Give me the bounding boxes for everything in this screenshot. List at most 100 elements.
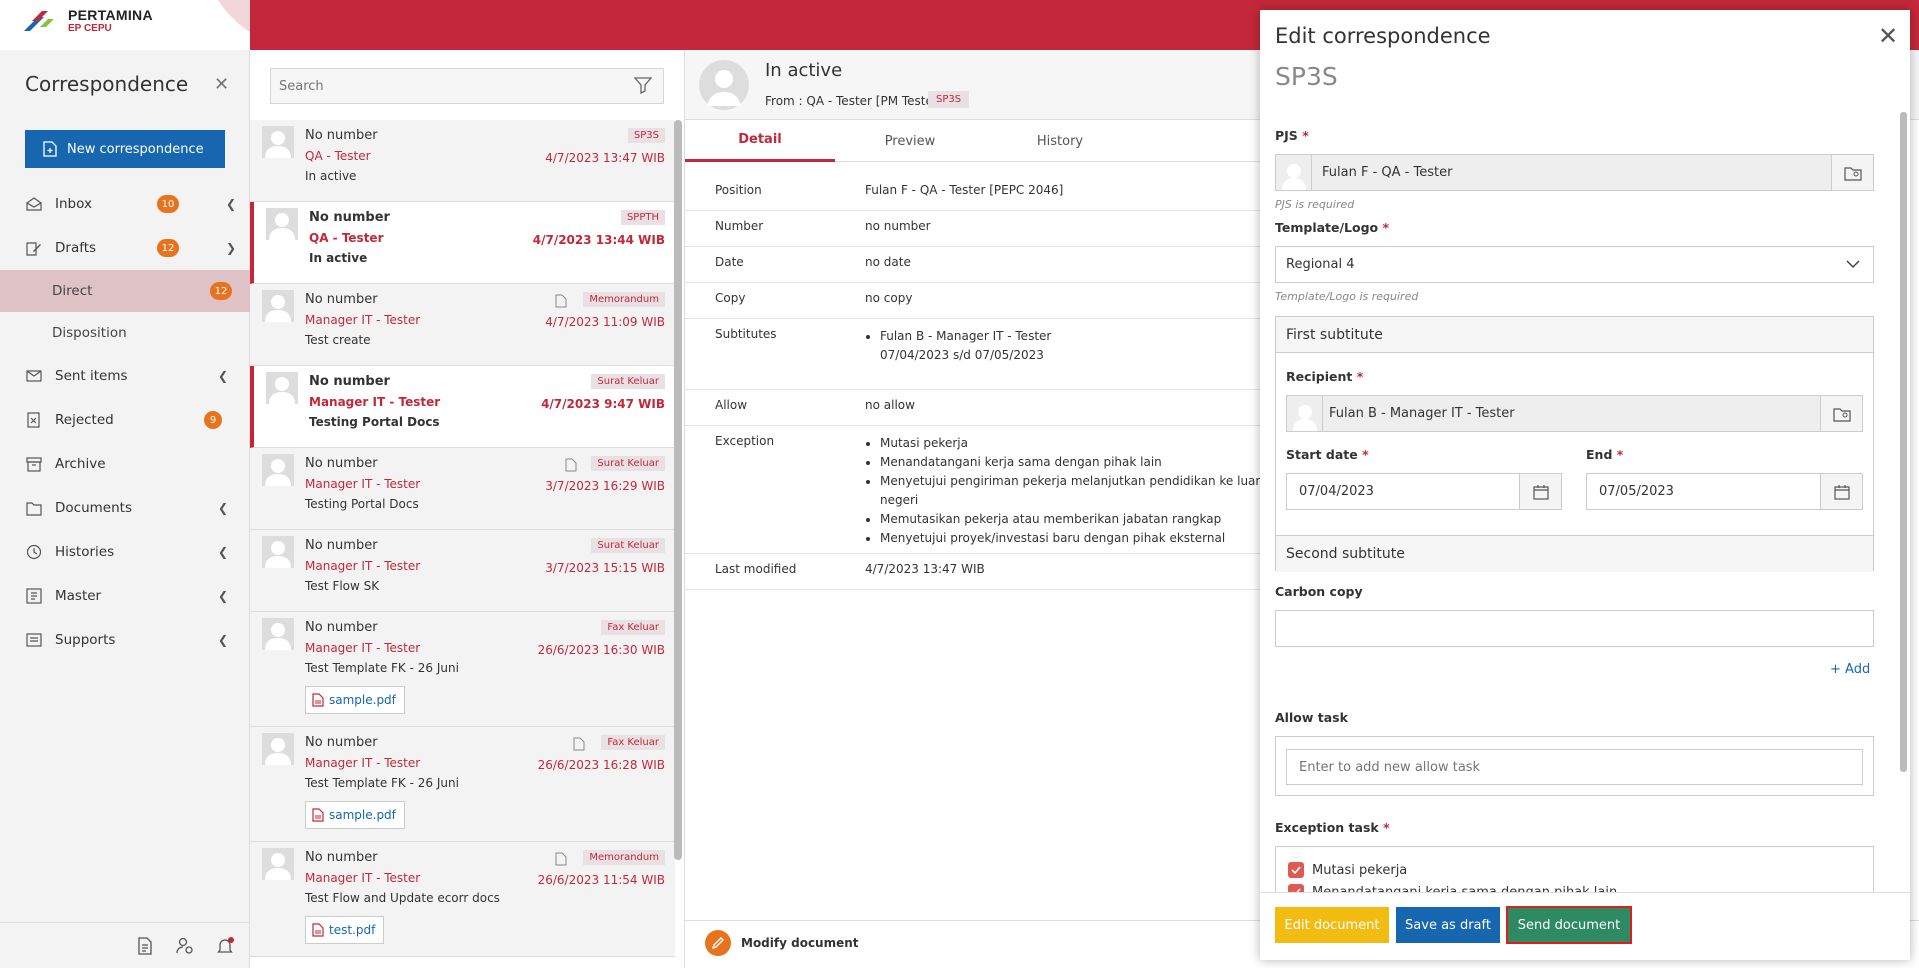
sidebar-item-histories[interactable]: Histories ❮	[0, 530, 250, 574]
item-date: 3/7/2023 15:15 WIB	[545, 561, 665, 575]
new-document-icon	[43, 141, 57, 157]
supports-icon	[25, 631, 43, 649]
template-label: Template/Logo *	[1275, 220, 1389, 235]
tab-preview[interactable]: Preview	[835, 120, 985, 162]
allow-task-label: Allow task	[1275, 710, 1348, 725]
field-label: Last modified	[715, 562, 797, 576]
field-row-exception: Exception Mutasi pekerja Menandatangani …	[685, 426, 1285, 554]
modal-scrollbar[interactable]	[1900, 112, 1907, 772]
chevron-left-icon[interactable]: ❮	[218, 545, 228, 559]
exception-checkbox[interactable]: Mutasi pekerja	[1288, 859, 1873, 881]
address-book-icon[interactable]	[1831, 155, 1873, 190]
sidebar-item-drafts[interactable]: Drafts 12 ❯	[0, 226, 250, 270]
list-item[interactable]: No number Manager IT - Tester Test Templ…	[250, 612, 675, 727]
field-value: no number	[865, 219, 931, 233]
list-scrollbar[interactable]	[674, 120, 682, 860]
field-row-date: Date no date	[685, 247, 1285, 283]
item-date: 4/7/2023 13:44 WIB	[532, 233, 665, 247]
modal-footer: Edit document Save as draft Send documen…	[1260, 892, 1910, 960]
item-sender: QA - Tester	[305, 149, 371, 163]
chevron-down-icon[interactable]: ❯	[226, 241, 236, 255]
list-item[interactable]: No number QA - Tester In active SPPTH 4/…	[250, 202, 675, 284]
pertamina-logo-icon	[24, 11, 54, 31]
sidebar-item-label: Histories	[55, 544, 115, 560]
logo-area: PERTAMINA EP CEPU	[0, 0, 250, 50]
template-label-text: Template/Logo	[1275, 220, 1379, 235]
item-subject: Test Template FK - 26 Juni	[305, 661, 459, 675]
list-item[interactable]: No number QA - Tester In active SP3S 4/7…	[250, 120, 675, 202]
chevron-left-icon[interactable]: ❮	[226, 197, 236, 211]
user-settings-icon[interactable]	[176, 937, 194, 955]
chevron-left-icon[interactable]: ❮	[218, 369, 228, 383]
pjs-field[interactable]: Fulan F - QA - Tester	[1275, 154, 1874, 191]
pertamina-logo[interactable]: PERTAMINA EP CEPU	[22, 7, 153, 37]
attachment-chip[interactable]: sample.pdf	[305, 686, 405, 714]
item-subject: Test Flow and Update ecorr docs	[305, 891, 500, 905]
item-date: 26/6/2023 11:54 WIB	[537, 873, 665, 887]
sidebar-item-label: Supports	[55, 632, 116, 648]
item-date: 4/7/2023 11:09 WIB	[545, 315, 665, 329]
recipient-label-text: Recipient	[1286, 369, 1353, 384]
item-type-badge: SPPTH	[620, 210, 665, 225]
sidebar-item-archive[interactable]: Archive	[0, 442, 250, 486]
list-item[interactable]: No number Manager IT - Tester Test creat…	[250, 284, 675, 366]
edit-document-button[interactable]: Edit document	[1275, 907, 1389, 943]
bell-icon[interactable]	[216, 937, 234, 955]
sidebar-item-sent-items[interactable]: Sent items ❮	[0, 354, 250, 398]
sidebar-item-direct[interactable]: Direct 12	[0, 270, 250, 312]
list-item[interactable]: No number Manager IT - Tester Testing Po…	[250, 366, 675, 448]
sidebar-item-rejected[interactable]: Rejected 9	[0, 398, 250, 442]
sidebar-item-master[interactable]: Master ❮	[0, 574, 250, 618]
sidebar-item-inbox[interactable]: Inbox 10 ❮	[0, 182, 250, 226]
address-book-icon[interactable]	[1820, 396, 1862, 431]
correspondence-list: No number QA - Tester In active SP3S 4/7…	[250, 120, 675, 957]
document-icon[interactable]	[136, 937, 154, 955]
chevron-left-icon[interactable]: ❮	[218, 589, 228, 603]
edit-correspondence-modal: Edit correspondence ✕ SP3S PJS * Fulan F…	[1260, 10, 1910, 960]
field-label: Position	[715, 183, 762, 197]
attachment-chip[interactable]: sample.pdf	[305, 801, 405, 829]
avatar	[266, 372, 298, 404]
template-value: Regional 4	[1286, 257, 1355, 272]
sidebar-item-label: Archive	[55, 456, 106, 472]
first-subtitute-header[interactable]: First subtitute	[1276, 317, 1873, 353]
close-icon[interactable]: ✕	[214, 74, 229, 95]
second-subtitute-header[interactable]: Second subtitute	[1276, 536, 1873, 572]
filter-icon[interactable]	[634, 76, 652, 94]
modify-document-button[interactable]: Modify document	[705, 930, 859, 956]
carbon-copy-input[interactable]	[1275, 610, 1874, 647]
avatar	[1287, 396, 1323, 431]
avatar	[266, 208, 298, 240]
attachment-chip[interactable]: test.pdf	[305, 916, 385, 944]
recipient-field[interactable]: Fulan B - Manager IT - Tester	[1286, 395, 1863, 432]
field-label: Subtitutes	[715, 327, 777, 341]
calendar-icon[interactable]	[1519, 474, 1561, 509]
new-correspondence-button[interactable]: New correspondence	[25, 130, 225, 168]
template-select[interactable]: Regional 4	[1275, 246, 1874, 283]
sidebar-item-supports[interactable]: Supports ❮	[0, 618, 250, 662]
chevron-left-icon[interactable]: ❮	[218, 501, 228, 515]
start-date-input[interactable]: 07/04/2023	[1286, 473, 1562, 510]
item-sender: Manager IT - Tester	[305, 559, 421, 573]
attachment-name: sample.pdf	[329, 808, 396, 822]
sidebar-item-disposition[interactable]: Disposition	[0, 312, 250, 354]
save-as-draft-button[interactable]: Save as draft	[1396, 907, 1500, 943]
item-type-badge: Fax Keluar	[601, 620, 665, 635]
list-item[interactable]: No number Manager IT - Tester Test Flow …	[250, 842, 675, 957]
search-input[interactable]	[270, 68, 664, 104]
documents-icon	[25, 499, 43, 517]
tab-history[interactable]: History	[985, 120, 1135, 162]
list-item[interactable]: No number Manager IT - Tester Test Templ…	[250, 727, 675, 842]
calendar-icon[interactable]	[1820, 474, 1862, 509]
close-icon[interactable]: ✕	[1878, 22, 1898, 50]
chevron-left-icon[interactable]: ❮	[218, 633, 228, 647]
allow-task-input[interactable]	[1286, 749, 1863, 785]
list-item[interactable]: No number Manager IT - Tester Testing Po…	[250, 448, 675, 530]
tab-detail[interactable]: Detail	[685, 120, 835, 162]
pdf-icon	[312, 808, 324, 822]
sidebar-item-documents[interactable]: Documents ❮	[0, 486, 250, 530]
list-item[interactable]: No number Manager IT - Tester Test Flow …	[250, 530, 675, 612]
end-date-input[interactable]: 07/05/2023	[1586, 473, 1863, 510]
send-document-button[interactable]: Send document	[1506, 906, 1632, 944]
add-button[interactable]: + Add	[1830, 662, 1870, 677]
